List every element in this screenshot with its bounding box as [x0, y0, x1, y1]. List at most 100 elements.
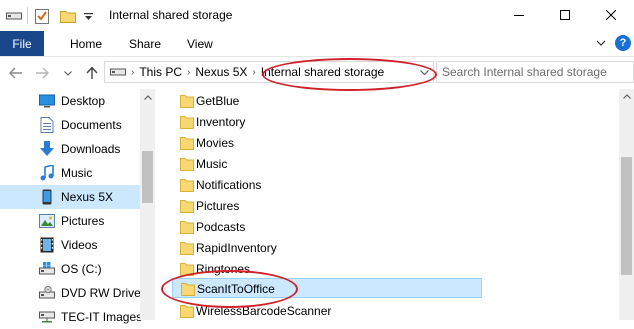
list-item-selected[interactable]: ScanItToOffice [172, 278, 482, 298]
properties-icon[interactable] [34, 7, 50, 25]
file-name: GetBlue [196, 94, 240, 108]
sidebar-item-videos[interactable]: Videos [0, 233, 140, 257]
folder-icon [180, 136, 194, 150]
up-arrow-icon[interactable] [84, 63, 100, 83]
list-item[interactable]: RapidInventory [172, 238, 482, 258]
tab-view[interactable]: View [187, 31, 213, 56]
ribbon-tab-bar: File Home Share View ? [0, 31, 634, 57]
sidebar-item-tec-it-images[interactable]: TEC-IT Images [0, 305, 143, 329]
list-item[interactable]: Pictures [172, 196, 482, 216]
maximize-icon [560, 9, 570, 23]
customize-dropdown-icon[interactable] [82, 7, 94, 25]
recent-locations-chevron-icon[interactable] [62, 63, 74, 83]
close-button[interactable] [588, 0, 634, 31]
sidebar-item-documents[interactable]: Documents [0, 113, 140, 137]
list-item[interactable]: Music [172, 154, 482, 174]
list-item[interactable]: GetBlue [172, 91, 482, 111]
folder-icon [180, 157, 194, 171]
list-item[interactable]: Notifications [172, 175, 482, 195]
music-icon [39, 165, 55, 181]
drive-icon [110, 68, 126, 76]
sidebar-item-nexus-5x[interactable]: Nexus 5X [0, 185, 140, 209]
file-name: Inventory [196, 115, 246, 129]
window-title: Internal shared storage [109, 8, 233, 22]
list-item[interactable]: Inventory [172, 112, 482, 132]
sidebar-item-label: DVD RW Drive [61, 286, 141, 300]
address-bar[interactable]: › This PC › Nexus 5X › Internal shared s… [104, 61, 434, 83]
file-name: Music [196, 157, 228, 171]
network-drive-icon [39, 309, 55, 325]
breadcrumb-separator-icon[interactable]: › [131, 67, 134, 78]
sidebar-item-label: Documents [61, 118, 122, 132]
forward-arrow-icon[interactable] [34, 63, 50, 83]
sidebar-item-desktop[interactable]: Desktop [0, 89, 140, 113]
sidebar-item-label: Desktop [61, 94, 106, 108]
folder-icon [180, 262, 194, 276]
help-button[interactable]: ? [615, 35, 631, 51]
folder-icon [180, 115, 194, 129]
search-input[interactable] [442, 63, 628, 81]
back-arrow-icon[interactable] [8, 63, 24, 83]
folder-icon [180, 220, 194, 234]
close-icon [605, 9, 617, 23]
sidebar-scrollbar-thumb[interactable] [142, 151, 153, 203]
sidebar-item-label: OS (C:) [61, 262, 102, 276]
minimize-button[interactable] [496, 0, 542, 31]
sidebar-item-dvd-rw-drive[interactable]: DVD RW Drive [0, 281, 141, 305]
sidebar-item-label: TEC-IT Images [61, 310, 143, 324]
dvd-drive-icon [39, 285, 55, 301]
breadcrumb-separator-icon[interactable]: › [252, 67, 255, 78]
sidebar-item-label: Pictures [61, 214, 105, 228]
sidebar-item-os-c[interactable]: OS (C:) [0, 257, 140, 281]
file-list: GetBlue Inventory Movies Music Notificat… [155, 89, 619, 320]
sidebar-item-pictures[interactable]: Pictures [0, 209, 140, 233]
file-name: Podcasts [196, 220, 246, 234]
navigation-bar: › This PC › Nexus 5X › Internal shared s… [0, 57, 634, 89]
quick-access-divider [27, 7, 28, 24]
tab-home[interactable]: Home [70, 31, 102, 56]
videos-icon [39, 237, 55, 253]
folder-icon [180, 241, 194, 255]
file-name: RapidInventory [196, 241, 277, 255]
maximize-button[interactable] [542, 0, 588, 31]
list-item[interactable]: Podcasts [172, 217, 482, 237]
scroll-up-arrow-icon[interactable] [622, 92, 631, 100]
address-dropdown-icon[interactable] [419, 67, 429, 77]
sidebar-scrollbar[interactable] [140, 89, 155, 320]
sidebar-item-label: Downloads [61, 142, 121, 156]
expand-ribbon-icon[interactable] [594, 36, 608, 50]
tab-share[interactable]: Share [129, 31, 161, 56]
list-item[interactable]: Movies [172, 133, 482, 153]
sidebar-item-label: Videos [61, 238, 98, 252]
os-drive-icon [39, 261, 55, 277]
tab-file[interactable]: File [0, 31, 44, 56]
drive-icon [6, 7, 22, 25]
list-item[interactable]: Ringtones [172, 259, 482, 279]
file-name: Notifications [196, 178, 262, 192]
desktop-icon [39, 93, 55, 109]
new-folder-icon[interactable] [60, 7, 76, 25]
file-name: Movies [196, 136, 235, 150]
search-box[interactable] [436, 61, 634, 83]
sidebar-item-label: Music [61, 166, 93, 180]
folder-icon [180, 199, 194, 213]
folder-icon [180, 304, 194, 318]
breadcrumb-separator-icon[interactable]: › [187, 67, 190, 78]
folder-icon [180, 94, 194, 108]
breadcrumb-internal-shared-storage[interactable]: Internal shared storage [261, 65, 384, 79]
pictures-icon [39, 213, 55, 229]
scroll-up-arrow-icon[interactable] [143, 93, 152, 101]
navigation-pane: Desktop Documents Downloads Music Nexus … [0, 89, 155, 324]
list-item[interactable]: WirelessBarcodeScanner [172, 301, 482, 321]
file-name: Pictures [196, 199, 240, 213]
documents-icon [39, 117, 55, 133]
phone-icon [39, 189, 55, 205]
sidebar-item-music[interactable]: Music [0, 161, 140, 185]
file-name: Ringtones [196, 262, 251, 276]
breadcrumb-nexus-5x[interactable]: Nexus 5X [195, 65, 247, 79]
minimize-icon [514, 9, 524, 23]
sidebar-item-downloads[interactable]: Downloads [0, 137, 140, 161]
breadcrumb-this-pc[interactable]: This PC [139, 65, 182, 79]
file-list-scrollbar-thumb[interactable] [621, 157, 632, 275]
downloads-icon [39, 141, 55, 157]
